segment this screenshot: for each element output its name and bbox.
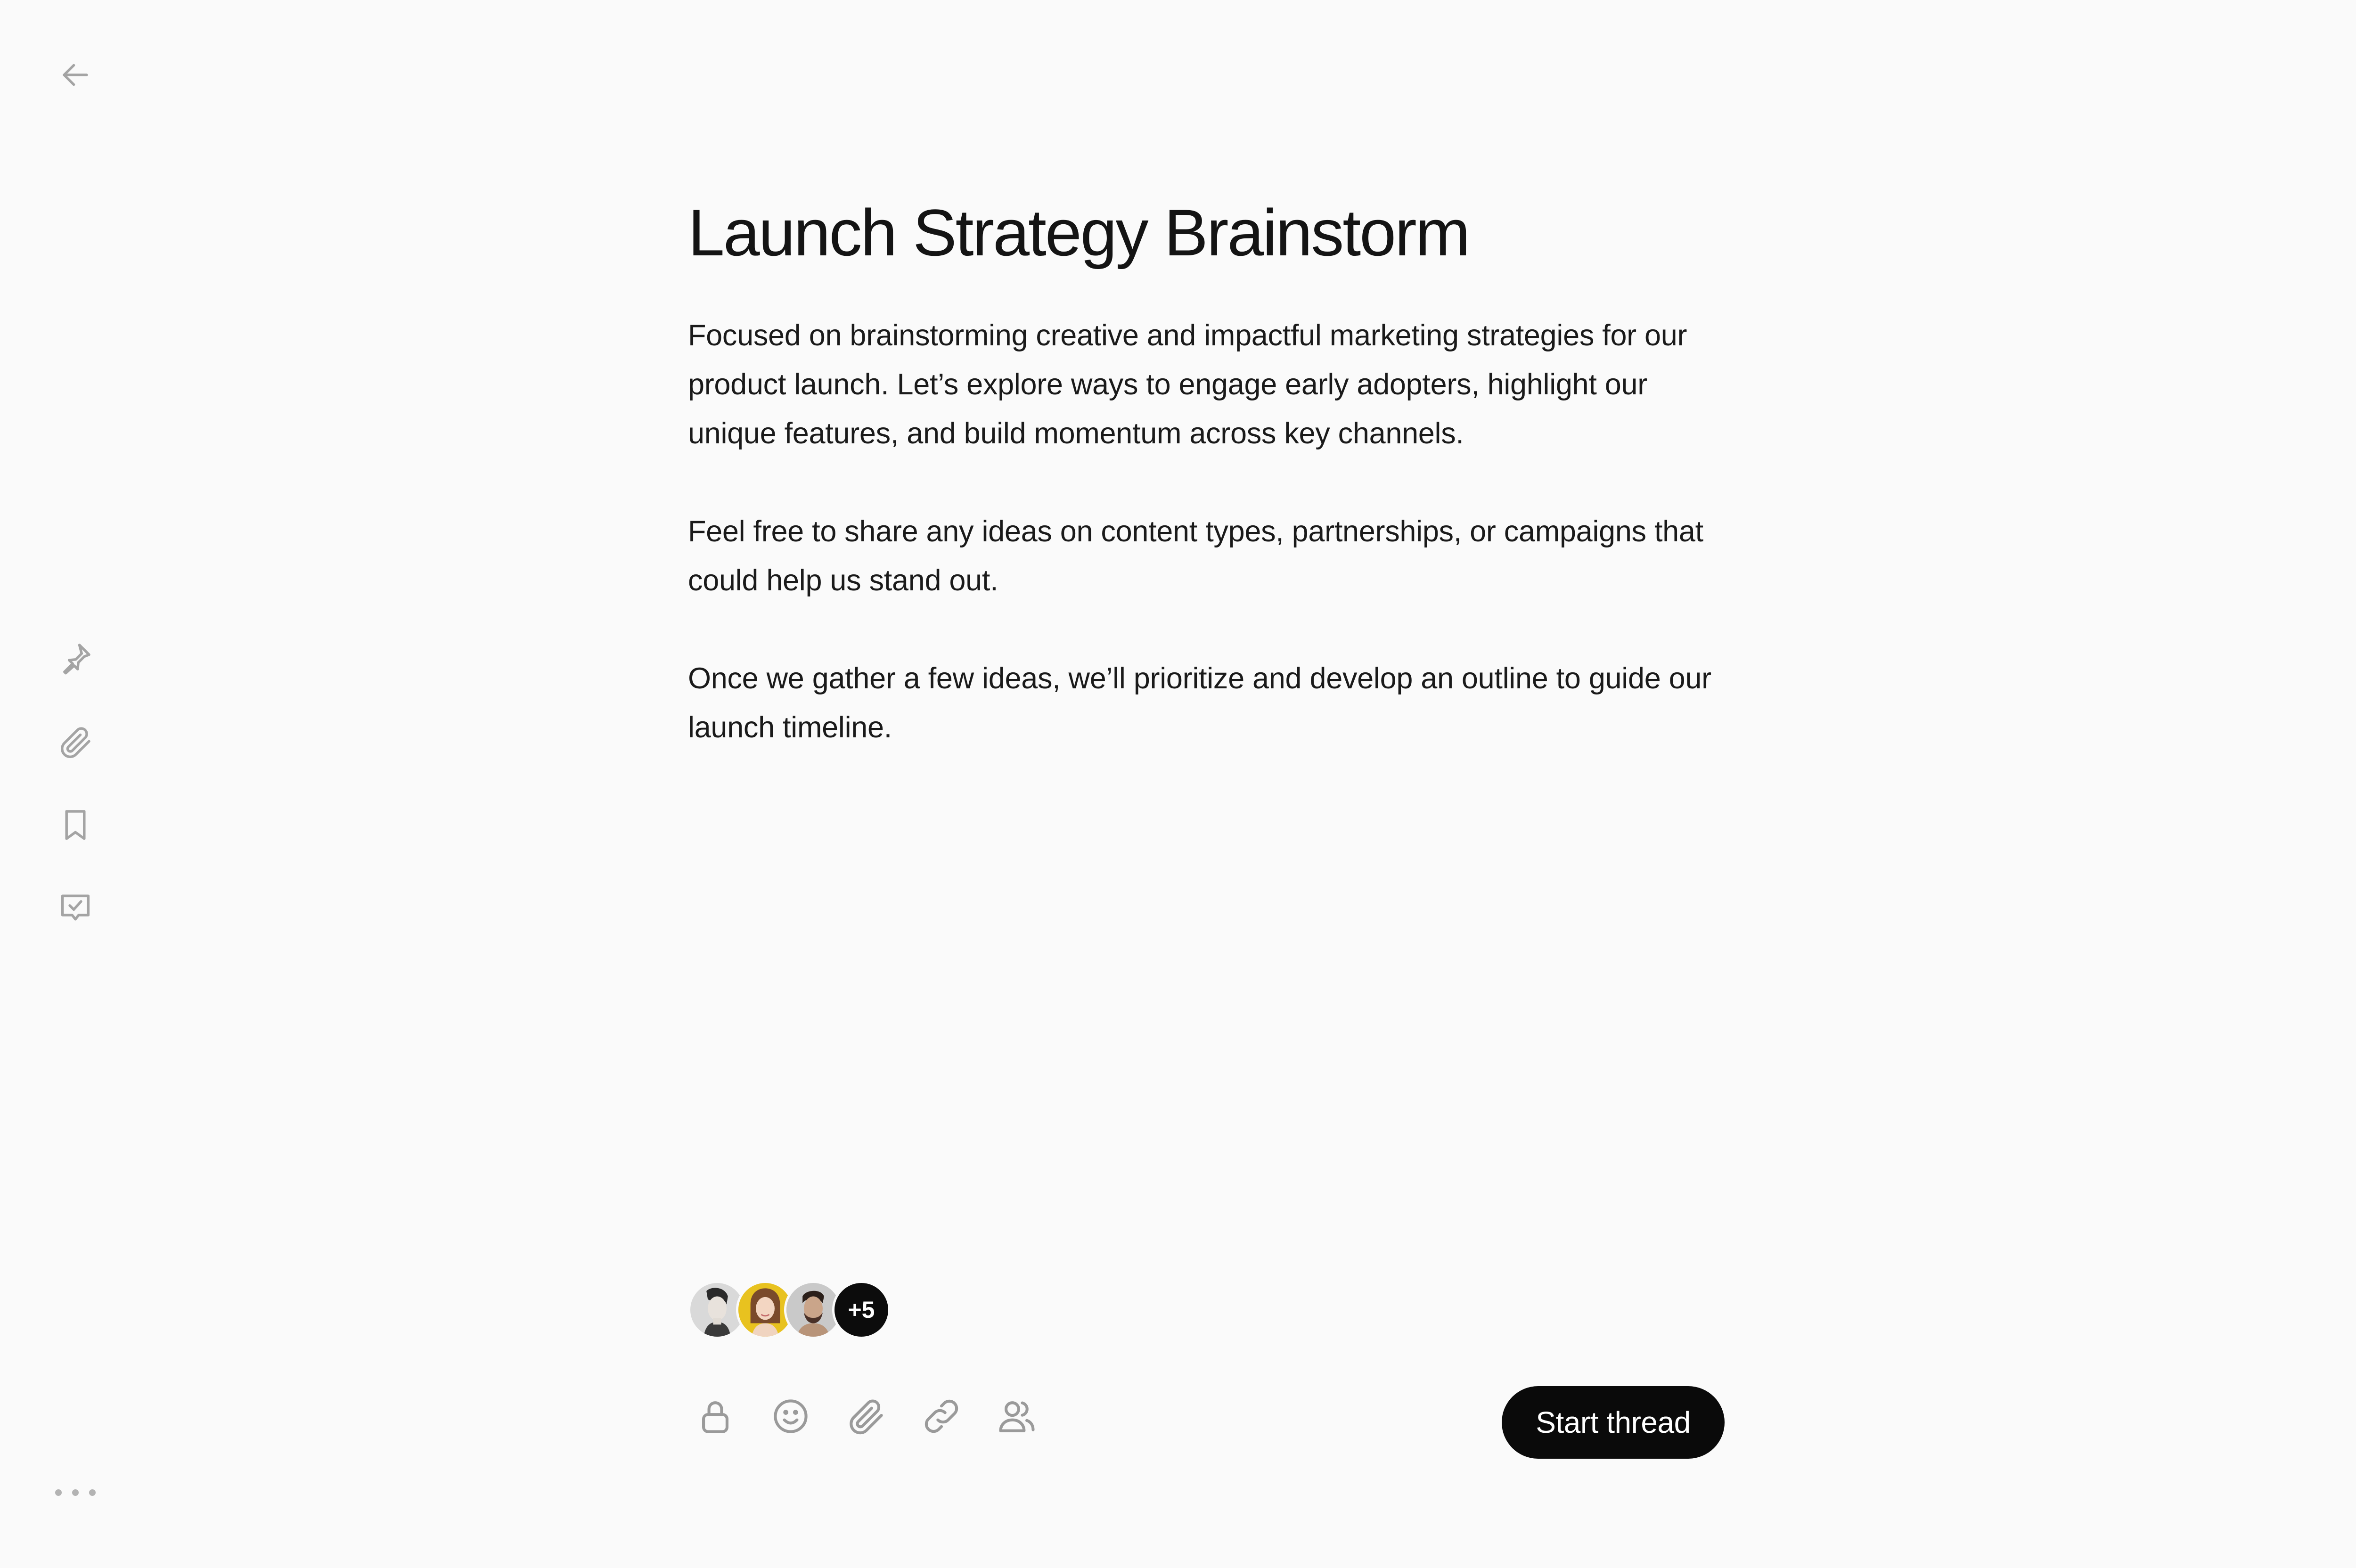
more-dot <box>72 1489 79 1496</box>
emoji-button[interactable] <box>767 1393 814 1440</box>
document-description: Focused on brainstorming creative and im… <box>688 311 1725 801</box>
users-icon <box>999 1401 1035 1432</box>
more-participants-count: +5 <box>848 1297 875 1323</box>
pin-button[interactable] <box>50 634 100 684</box>
participants-avatars[interactable]: +5 <box>688 1281 891 1339</box>
privacy-button[interactable] <box>692 1393 739 1440</box>
link-icon <box>924 1399 958 1433</box>
checked-speech-bubble-icon <box>61 894 90 921</box>
pin-icon <box>63 644 90 675</box>
mention-people-button[interactable] <box>993 1393 1040 1440</box>
back-button[interactable] <box>50 50 100 100</box>
more-dot <box>55 1489 62 1496</box>
composer-toolbar <box>692 1393 1040 1440</box>
lock-icon <box>702 1401 728 1433</box>
tasks-button[interactable] <box>50 883 100 933</box>
attachments-button[interactable] <box>50 717 100 767</box>
page-title: Launch Strategy Brainstorm <box>688 196 1470 270</box>
more-dot <box>89 1489 96 1496</box>
paperclip-icon <box>850 1399 883 1435</box>
paperclip-icon <box>61 727 90 759</box>
paragraph: Focused on brainstorming creative and im… <box>688 319 1687 450</box>
paragraph: Feel free to share any ideas on content … <box>688 515 1703 597</box>
start-thread-button[interactable]: Start thread <box>1502 1386 1725 1459</box>
emoji-icon <box>774 1399 808 1433</box>
attach-file-button[interactable] <box>843 1393 890 1440</box>
more-participants-badge[interactable]: +5 <box>832 1281 891 1339</box>
insert-link-button[interactable] <box>918 1393 965 1440</box>
arrow-left-icon <box>63 64 88 86</box>
bookmark-button[interactable] <box>50 800 100 850</box>
more-options-button[interactable] <box>55 1483 96 1502</box>
bookmark-icon <box>65 810 86 840</box>
paragraph: Once we gather a few ideas, we’ll priori… <box>688 662 1711 744</box>
